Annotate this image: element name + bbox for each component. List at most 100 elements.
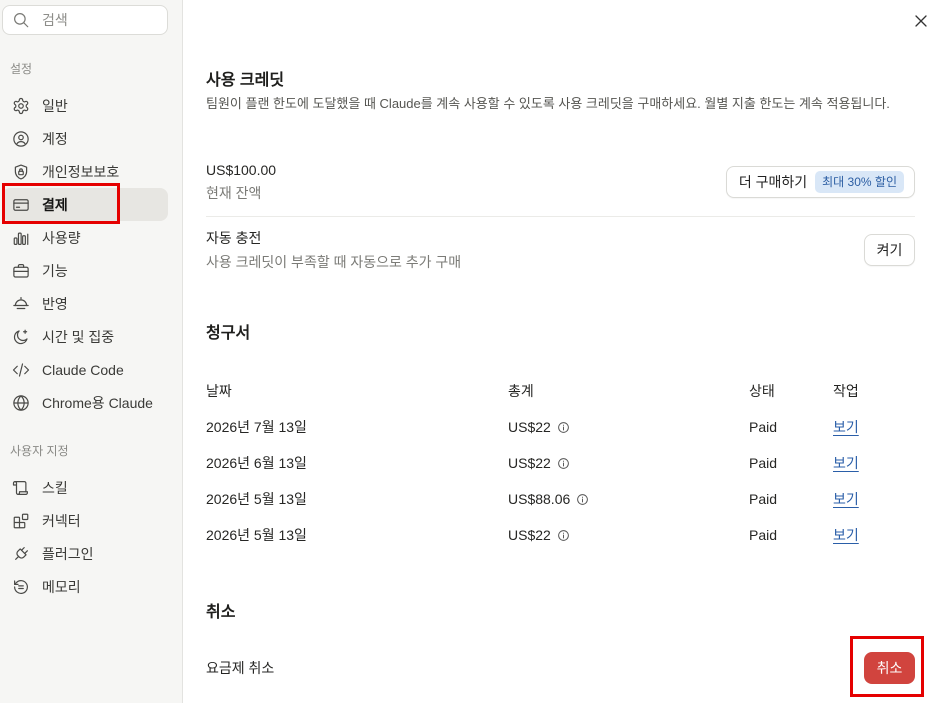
view-invoice-link[interactable]: 보기 bbox=[833, 489, 859, 509]
invoice-total: US$22 bbox=[508, 409, 570, 445]
info-icon[interactable] bbox=[576, 493, 589, 506]
bar-chart-icon bbox=[12, 229, 30, 247]
invoice-status: Paid bbox=[749, 527, 778, 543]
invoice-total: US$22 bbox=[508, 517, 570, 553]
sidebar-item-label: 커넥터 bbox=[42, 512, 81, 529]
cancel-section-title: 취소 bbox=[206, 604, 236, 621]
invoice-total-amount: US$88.06 bbox=[508, 491, 571, 507]
customize-nav-list: 스킬 커넥터 플러그인 메모리 bbox=[2, 471, 168, 603]
invoice-date: 2026년 7월 13일 bbox=[206, 419, 307, 435]
settings-nav-list: 일반 계정 개인정보보호 결제 사용량 기능 반영 시간 및 집중 Claude… bbox=[2, 89, 168, 419]
search-icon bbox=[12, 11, 30, 29]
plug-icon bbox=[12, 545, 30, 563]
sidebar-item-label: 개인정보보호 bbox=[42, 163, 120, 180]
blocks-icon bbox=[12, 512, 30, 530]
sidebar-item-account[interactable]: 계정 bbox=[2, 122, 168, 155]
auto-recharge-title: 자동 충전 bbox=[206, 230, 262, 246]
globe-icon bbox=[12, 394, 30, 412]
balance-label: 현재 잔액 bbox=[206, 185, 262, 201]
invoice-total: US$88.06 bbox=[508, 481, 589, 517]
buy-more-button[interactable]: 더 구매하기 최대 30% 할인 bbox=[725, 166, 915, 198]
auto-recharge-row: 자동 충전 사용 크레딧이 부족할 때 자동으로 추가 구매 켜기 bbox=[206, 226, 915, 274]
view-invoice-link[interactable]: 보기 bbox=[833, 453, 859, 473]
column-header-total: 총계 bbox=[508, 382, 534, 399]
auto-recharge-enable-button[interactable]: 켜기 bbox=[864, 234, 915, 266]
moon-icon bbox=[12, 328, 30, 346]
info-icon[interactable] bbox=[557, 457, 570, 470]
invoices-section-title: 청구서 bbox=[206, 325, 251, 342]
close-icon[interactable] bbox=[915, 14, 927, 27]
info-icon[interactable] bbox=[557, 529, 570, 542]
invoice-total-amount: US$22 bbox=[508, 419, 551, 435]
sidebar-item-memory[interactable]: 메모리 bbox=[2, 570, 168, 603]
sidebar-item-claude-code[interactable]: Claude Code bbox=[2, 353, 168, 386]
invoice-status: Paid bbox=[749, 419, 778, 435]
sidebar-item-label: Claude Code bbox=[42, 361, 124, 378]
sidebar-item-label: 사용량 bbox=[42, 229, 81, 246]
view-invoice-link[interactable]: 보기 bbox=[833, 525, 859, 545]
auto-recharge-description: 사용 크레딧이 부족할 때 자동으로 추가 구매 bbox=[206, 254, 462, 270]
section-label-customize: 사용자 지정 bbox=[10, 444, 69, 458]
cancel-plan-label: 요금제 취소 bbox=[206, 660, 275, 676]
invoice-date: 2026년 5월 13일 bbox=[206, 527, 307, 543]
credit-card-icon bbox=[12, 196, 30, 214]
column-header-date: 날짜 bbox=[206, 382, 232, 399]
sidebar-item-skills[interactable]: 스킬 bbox=[2, 471, 168, 504]
sidebar-item-general[interactable]: 일반 bbox=[2, 89, 168, 122]
cancel-plan-row: 요금제 취소 취소 bbox=[206, 652, 915, 684]
invoice-table-header: 날짜 총계 상태 작업 bbox=[206, 372, 915, 409]
invoice-total-amount: US$22 bbox=[508, 527, 551, 543]
gear-icon bbox=[12, 97, 30, 115]
invoice-total: US$22 bbox=[508, 445, 570, 481]
code-icon bbox=[12, 361, 30, 379]
scroll-icon bbox=[12, 479, 30, 497]
sidebar-item-label: 반영 bbox=[42, 295, 68, 312]
table-row: 2026년 7월 13일 US$22 Paid 보기 bbox=[206, 409, 915, 445]
table-row: 2026년 5월 13일 US$22 Paid 보기 bbox=[206, 517, 915, 553]
balance-row: US$100.00 현재 잔액 더 구매하기 최대 30% 할인 bbox=[206, 158, 915, 206]
sidebar-item-label: Chrome용 Claude bbox=[42, 394, 153, 411]
invoice-date: 2026년 5월 13일 bbox=[206, 491, 307, 507]
invoice-status: Paid bbox=[749, 491, 778, 507]
invoice-table: 날짜 총계 상태 작업 2026년 7월 13일 US$22 Paid 보기 2… bbox=[206, 372, 915, 553]
section-label-settings: 설정 bbox=[10, 62, 33, 76]
sidebar-item-features[interactable]: 기능 bbox=[2, 254, 168, 287]
view-invoice-link[interactable]: 보기 bbox=[833, 417, 859, 437]
column-header-action: 작업 bbox=[833, 382, 859, 399]
billing-content: 사용 크레딧 팀원이 플랜 한도에 도달했을 때 Claude를 계속 사용할 … bbox=[206, 0, 915, 703]
info-icon[interactable] bbox=[557, 421, 570, 434]
sidebar-item-label: 기능 bbox=[42, 262, 68, 279]
invoice-status: Paid bbox=[749, 455, 778, 471]
table-row: 2026년 5월 13일 US$88.06 Paid 보기 bbox=[206, 481, 915, 517]
invoice-date: 2026년 6월 13일 bbox=[206, 455, 307, 471]
sidebar-item-label: 플러그인 bbox=[42, 545, 94, 562]
invoice-total-amount: US$22 bbox=[508, 455, 551, 471]
dome-icon bbox=[12, 295, 30, 313]
sidebar-item-usage[interactable]: 사용량 bbox=[2, 221, 168, 254]
sidebar-item-reflection[interactable]: 반영 bbox=[2, 287, 168, 320]
sidebar-item-label: 시간 및 집중 bbox=[42, 328, 115, 345]
settings-sidebar: 설정 일반 계정 개인정보보호 결제 bbox=[0, 0, 183, 703]
shield-lock-icon bbox=[12, 163, 30, 181]
sidebar-item-time-focus[interactable]: 시간 및 집중 bbox=[2, 320, 168, 353]
balance-amount: US$100.00 bbox=[206, 162, 277, 178]
section-divider bbox=[206, 216, 915, 217]
sidebar-item-claude-in-chrome[interactable]: Chrome용 Claude bbox=[2, 386, 168, 419]
sidebar-item-billing[interactable]: 결제 bbox=[2, 188, 168, 221]
sidebar-item-privacy[interactable]: 개인정보보호 bbox=[2, 155, 168, 188]
sidebar-item-connectors[interactable]: 커넥터 bbox=[2, 504, 168, 537]
memory-icon bbox=[12, 578, 30, 596]
cancel-plan-button[interactable]: 취소 bbox=[864, 652, 915, 684]
sidebar-item-plugins[interactable]: 플러그인 bbox=[2, 537, 168, 570]
credits-section-title: 사용 크레딧 bbox=[206, 72, 285, 89]
search-box bbox=[2, 5, 168, 35]
search-input[interactable] bbox=[42, 12, 152, 28]
billing-settings-panel: 사용 크레딧 팀원이 플랜 한도에 도달했을 때 Claude를 계속 사용할 … bbox=[183, 0, 930, 703]
table-row: 2026년 6월 13일 US$22 Paid 보기 bbox=[206, 445, 915, 481]
column-header-status: 상태 bbox=[749, 382, 775, 399]
sidebar-item-label: 스킬 bbox=[42, 479, 68, 496]
briefcase-icon bbox=[12, 262, 30, 280]
credits-description: 팀원이 플랜 한도에 도달했을 때 Claude를 계속 사용할 수 있도록 사… bbox=[206, 96, 890, 111]
discount-badge: 최대 30% 할인 bbox=[815, 171, 904, 193]
buy-more-label: 더 구매하기 bbox=[738, 174, 808, 190]
